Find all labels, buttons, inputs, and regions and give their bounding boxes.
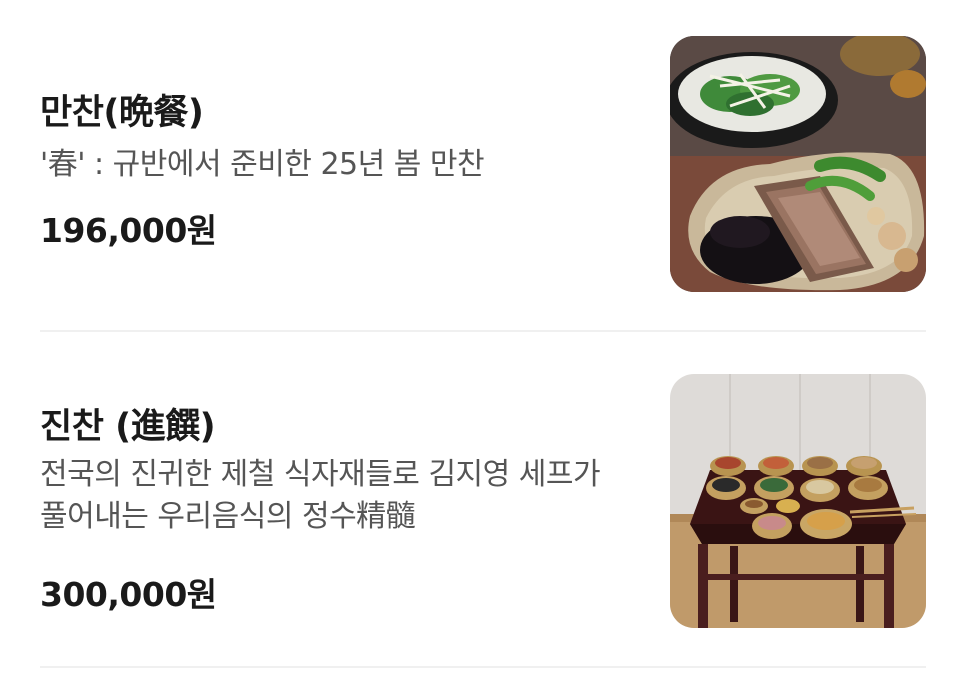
menu-list: 만찬(晩餐) '春' : 규반에서 준비한 25년 봄 만찬 196,000원 [0,0,966,678]
royal-table-setting-photo [670,374,926,628]
menu-item-description: 전국의 진귀한 제철 식자재들로 김지영 세프가 풀어내는 우리음식의 정수精髓 [40,457,601,534]
menu-item-image[interactable] [670,374,926,628]
dinner-dish-photo [670,36,926,292]
divider [40,666,926,668]
menu-item-royal-feast[interactable]: 진찬 (進饌) 전국의 진귀한 제철 식자재들로 김지영 세프가 풀어내는 우리… [40,374,926,628]
menu-item-dinner[interactable]: 만찬(晩餐) '春' : 규반에서 준비한 25년 봄 만찬 196,000원 [40,36,926,292]
menu-item-title: 진찬 (進饌) [40,407,216,447]
menu-item-image[interactable] [670,36,926,292]
menu-item-price: 196,000원 [40,211,217,250]
menu-item-title: 만찬(晩餐) [40,93,204,133]
menu-item-description: '春' : 규반에서 준비한 25년 봄 만찬 [40,147,485,182]
divider [40,330,926,332]
menu-item-price: 300,000원 [40,575,217,614]
